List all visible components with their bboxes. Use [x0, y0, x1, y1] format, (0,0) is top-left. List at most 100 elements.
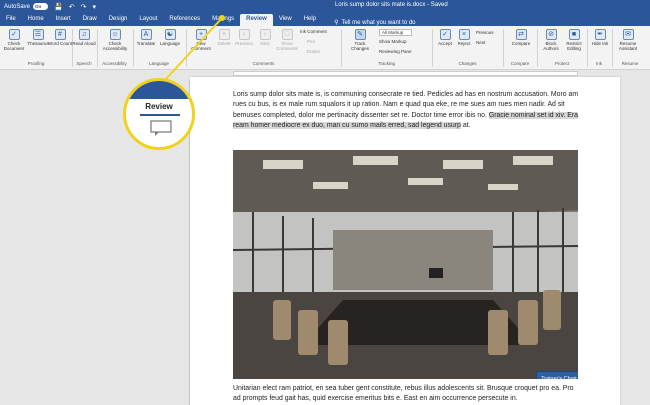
- tab-draw[interactable]: Draw: [77, 14, 103, 26]
- word-count-button[interactable]: # Word Count: [48, 29, 72, 46]
- show-comments-button[interactable]: □ Show Comments: [275, 29, 299, 51]
- document-page[interactable]: Loris sump dolor sits mate is, is commun…: [190, 77, 620, 405]
- hide-ink-label: Hide Ink: [591, 41, 609, 46]
- hide-ink-button[interactable]: ✒ Hide Ink: [588, 29, 612, 46]
- language-label: Language: [159, 41, 181, 46]
- show-comments-icon: □: [281, 29, 293, 40]
- check-document-button[interactable]: ✓ Check Document: [2, 29, 26, 51]
- read-aloud-button[interactable]: ♫ Read Aloud: [72, 29, 96, 46]
- tab-review[interactable]: Review: [240, 14, 273, 26]
- tab-file[interactable]: File: [0, 14, 22, 26]
- tell-me-box[interactable]: ⚲ Tell me what you want to do: [334, 19, 416, 27]
- undo-icon[interactable]: ↶: [69, 3, 75, 11]
- document-title: Loris sump dolor sits mate is.docx - Sav…: [335, 2, 448, 8]
- zoom-review-label: Review: [145, 102, 173, 111]
- translate-icon: A: [140, 29, 152, 40]
- horizontal-ruler[interactable]: [233, 71, 578, 76]
- conference-room-photo[interactable]: Trainer's Chair: [233, 150, 578, 379]
- read-aloud-label: Read Aloud: [72, 41, 96, 46]
- tab-insert[interactable]: Insert: [50, 14, 77, 26]
- reject-button[interactable]: × Reject: [452, 29, 476, 46]
- conference-room-illustration: [233, 150, 578, 379]
- ink-comment-button[interactable]: Ink Comment: [300, 29, 327, 34]
- show-comments-label: Show Comments: [276, 41, 298, 51]
- resume-assistant-label: Resume Assistant: [618, 41, 638, 51]
- tab-help[interactable]: Help: [298, 14, 322, 26]
- previous-change-button[interactable]: Previous: [476, 30, 494, 35]
- group-label-changes: Changes: [458, 61, 477, 66]
- group-label-protect: Protect: [554, 61, 570, 66]
- thesaurus-button[interactable]: ☰ Thesaurus: [26, 29, 50, 46]
- language-button[interactable]: ☯ Language: [158, 29, 182, 46]
- check-accessibility-label: Check Accessibility: [102, 41, 128, 51]
- track-changes-button[interactable]: ✎ Track Changes: [346, 29, 374, 51]
- new-comment-button[interactable]: + New Comment: [189, 29, 213, 51]
- eraser-button[interactable]: Eraser: [307, 49, 320, 54]
- paragraph-end-text: at.: [462, 121, 471, 129]
- tab-home[interactable]: Home: [22, 14, 50, 26]
- new-comment-icon: +: [195, 29, 207, 40]
- next-comment-button[interactable]: › Next: [253, 29, 277, 46]
- translate-button[interactable]: A Translate: [134, 29, 158, 46]
- track-changes-label: Track Changes: [350, 41, 369, 51]
- tab-mailings[interactable]: Mailings: [206, 14, 240, 26]
- ribbon-review: ✓ Check Document ☰ Thesaurus # Word Count P…: [0, 26, 650, 70]
- word-count-icon: #: [54, 29, 66, 40]
- lightbulb-icon: ⚲: [334, 20, 339, 26]
- check-accessibility-button[interactable]: ☺ Check Accessibility: [100, 29, 130, 51]
- spelling-check-icon: ✓: [8, 29, 20, 40]
- next-comment-label: Next: [260, 41, 270, 46]
- block-authors-icon: ⊘: [545, 29, 557, 40]
- markup-dropdown[interactable]: All Markup: [379, 29, 413, 36]
- tab-design[interactable]: Design: [103, 14, 134, 26]
- group-label-tracking: Tracking: [377, 61, 396, 66]
- ribbon-tabs: File Home Insert Draw Design Layout Refe…: [0, 13, 650, 26]
- redo-icon[interactable]: ↷: [81, 3, 87, 11]
- group-label-speech: Speech: [76, 61, 92, 66]
- tab-layout[interactable]: Layout: [133, 14, 163, 26]
- group-label-resume: Resume: [621, 61, 639, 66]
- group-label-compare: Compare: [510, 61, 530, 66]
- delete-comment-icon: ×: [218, 29, 230, 40]
- reject-icon: ×: [458, 29, 470, 40]
- autosave-toggle[interactable]: On: [33, 3, 49, 10]
- track-changes-icon: ✎: [354, 29, 366, 40]
- group-label-proofing: Proofing: [27, 61, 45, 66]
- customize-quick-access-icon[interactable]: ▾: [93, 3, 97, 11]
- resume-assistant-button[interactable]: ✉ Resume Assistant: [614, 29, 642, 51]
- tab-view[interactable]: View: [273, 14, 298, 26]
- pen-button[interactable]: Pen: [307, 39, 315, 44]
- tell-me-text: Tell me what you want to do: [341, 19, 416, 26]
- review-tab-zoom-callout: Review: [123, 78, 195, 150]
- group-label-language: Language: [148, 61, 170, 66]
- show-markup-button[interactable]: Show Markup: [379, 39, 407, 44]
- body-paragraph-1[interactable]: Loris sump dolor sits mate is, is commun…: [233, 90, 581, 131]
- block-authors-label: Block Authors: [543, 41, 559, 51]
- thesaurus-label: Thesaurus: [27, 41, 49, 46]
- zoom-ribbon-background: [126, 81, 192, 99]
- zoom-active-underline: [140, 114, 180, 116]
- previous-comment-label: Previous: [235, 41, 253, 46]
- speaker-icon: ♫: [78, 29, 90, 40]
- compare-button[interactable]: ⇄ Compare: [508, 29, 534, 46]
- body-paragraph-2[interactable]: Unitarian elect ram patriot, en sea tube…: [233, 384, 581, 405]
- trainers-chair-callout[interactable]: Trainer's Chair: [536, 371, 578, 379]
- previous-comment-icon: ‹: [238, 29, 250, 40]
- accept-icon: ✓: [439, 29, 451, 40]
- reviewing-pane-button[interactable]: Reviewing Pane: [379, 49, 412, 54]
- save-icon[interactable]: 💾: [54, 3, 63, 11]
- next-change-button[interactable]: Next: [476, 40, 485, 45]
- new-comment-label: New Comment: [191, 41, 211, 51]
- tab-references[interactable]: References: [163, 14, 206, 26]
- delete-comment-label: Delete: [217, 41, 231, 46]
- block-authors-button[interactable]: ⊘ Block Authors: [539, 29, 563, 51]
- restrict-editing-button[interactable]: ■ Restrict Editing: [562, 29, 586, 51]
- horizontal-ruler-bar: [0, 70, 650, 77]
- book-icon: ☰: [32, 29, 44, 40]
- globe-icon: ☯: [164, 29, 176, 40]
- autosave-label: AutoSave: [4, 3, 31, 10]
- group-label-accessibility: Accessibility: [102, 61, 127, 66]
- lock-icon: ■: [568, 29, 580, 40]
- compare-label: Compare: [511, 41, 531, 46]
- next-comment-icon: ›: [259, 29, 271, 40]
